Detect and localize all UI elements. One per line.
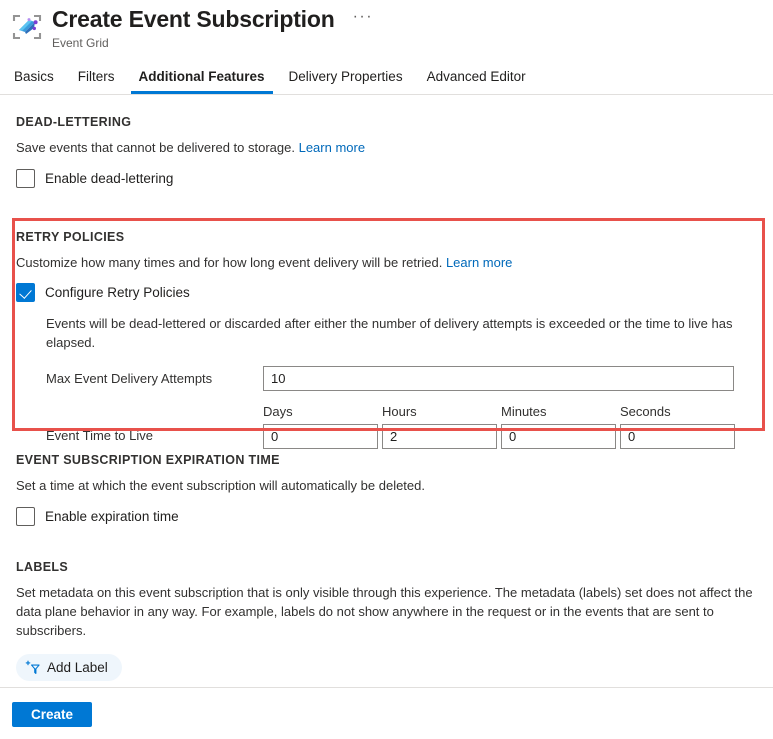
ttl-seconds-label: Seconds	[620, 404, 671, 419]
enable-dead-lettering-checkbox[interactable]	[16, 169, 35, 188]
ttl-minutes-input[interactable]	[501, 424, 616, 449]
ttl-hours-input[interactable]	[382, 424, 497, 449]
retry-policies-description: Customize how many times and for how lon…	[16, 253, 757, 272]
ttl-minutes-cell: Minutes	[501, 403, 616, 449]
tab-advanced-editor[interactable]: Advanced Editor	[415, 68, 538, 94]
expiration-time-section: EVENT SUBSCRIPTION EXPIRATION TIME Set a…	[0, 453, 773, 526]
labels-description-line2: behavior in any way. For example, labels…	[16, 604, 714, 638]
retry-policies-heading: RETRY POLICIES	[16, 230, 125, 244]
expiration-time-heading: EVENT SUBSCRIPTION EXPIRATION TIME	[16, 453, 280, 467]
page-subtitle: Event Grid	[52, 36, 109, 50]
tab-delivery-properties[interactable]: Delivery Properties	[277, 68, 415, 94]
ttl-seconds-cell: Seconds	[620, 403, 735, 449]
labels-description: Set metadata on this event subscription …	[16, 583, 757, 640]
event-time-to-live-label: Event Time to Live	[46, 428, 153, 443]
max-event-delivery-attempts-input[interactable]	[263, 366, 734, 391]
tab-additional-features[interactable]: Additional Features	[127, 68, 277, 94]
ttl-days-label: Days	[263, 404, 293, 419]
configure-retry-policies-checkbox[interactable]	[16, 283, 35, 302]
dead-lettering-heading: DEAD-LETTERING	[16, 115, 132, 129]
configure-retry-policies-label: Configure Retry Policies	[45, 284, 190, 300]
enable-dead-lettering-checkbox-row[interactable]: Enable dead-lettering	[16, 169, 757, 188]
enable-expiration-time-checkbox-row[interactable]: Enable expiration time	[16, 507, 757, 526]
enable-expiration-time-checkbox[interactable]	[16, 507, 35, 526]
page-title: Create Event Subscription	[52, 6, 335, 32]
dead-lettering-description: Save events that cannot be delivered to …	[16, 138, 757, 157]
event-grid-icon	[10, 10, 44, 44]
ttl-days-input[interactable]	[263, 424, 378, 449]
expiration-time-description: Set a time at which the event subscripti…	[16, 478, 425, 493]
dead-lettering-description-text: Save events that cannot be delivered to …	[16, 140, 295, 155]
event-time-to-live-fields: Days Hours Minutes Seconds	[263, 403, 735, 449]
ttl-hours-label: Hours	[382, 404, 417, 419]
add-label-button[interactable]: Add Label	[16, 654, 122, 681]
dead-lettering-section: DEAD-LETTERING Save events that cannot b…	[0, 95, 773, 188]
retry-policies-note: Events will be dead-lettered or discarde…	[46, 316, 733, 350]
enable-expiration-time-label: Enable expiration time	[45, 508, 179, 524]
retry-policies-learn-more-link[interactable]: Learn more	[446, 255, 512, 270]
footer-divider	[0, 687, 773, 688]
max-event-delivery-attempts-label: Max Event Delivery Attempts	[46, 370, 213, 386]
retry-policies-section: RETRY POLICIES Customize how many times …	[0, 218, 773, 449]
tab-filters[interactable]: Filters	[66, 68, 127, 94]
ttl-days-cell: Days	[263, 403, 378, 449]
tab-bar: Basics Filters Additional Features Deliv…	[0, 58, 773, 94]
tab-basics[interactable]: Basics	[10, 68, 66, 94]
labels-heading: LABELS	[16, 560, 69, 574]
dead-lettering-learn-more-link[interactable]: Learn more	[299, 140, 365, 155]
enable-dead-lettering-label: Enable dead-lettering	[45, 170, 174, 186]
labels-section: LABELS Set metadata on this event subscr…	[0, 560, 773, 681]
add-tag-icon	[25, 660, 40, 675]
configure-retry-policies-checkbox-row[interactable]: Configure Retry Policies	[16, 283, 757, 302]
max-event-delivery-attempts-row: Max Event Delivery Attempts	[16, 366, 757, 391]
ttl-hours-cell: Hours	[382, 403, 497, 449]
page-header: Create Event Subscription ··· Event Grid	[0, 0, 773, 58]
ttl-seconds-input[interactable]	[620, 424, 735, 449]
ttl-minutes-label: Minutes	[501, 404, 547, 419]
retry-policies-description-text: Customize how many times and for how lon…	[16, 255, 443, 270]
add-label-button-text: Add Label	[47, 660, 108, 675]
event-time-to-live-row: Event Time to Live Days Hours Minutes Se…	[16, 403, 757, 449]
more-options-icon[interactable]: ···	[349, 7, 377, 27]
create-button[interactable]: Create	[12, 702, 92, 727]
